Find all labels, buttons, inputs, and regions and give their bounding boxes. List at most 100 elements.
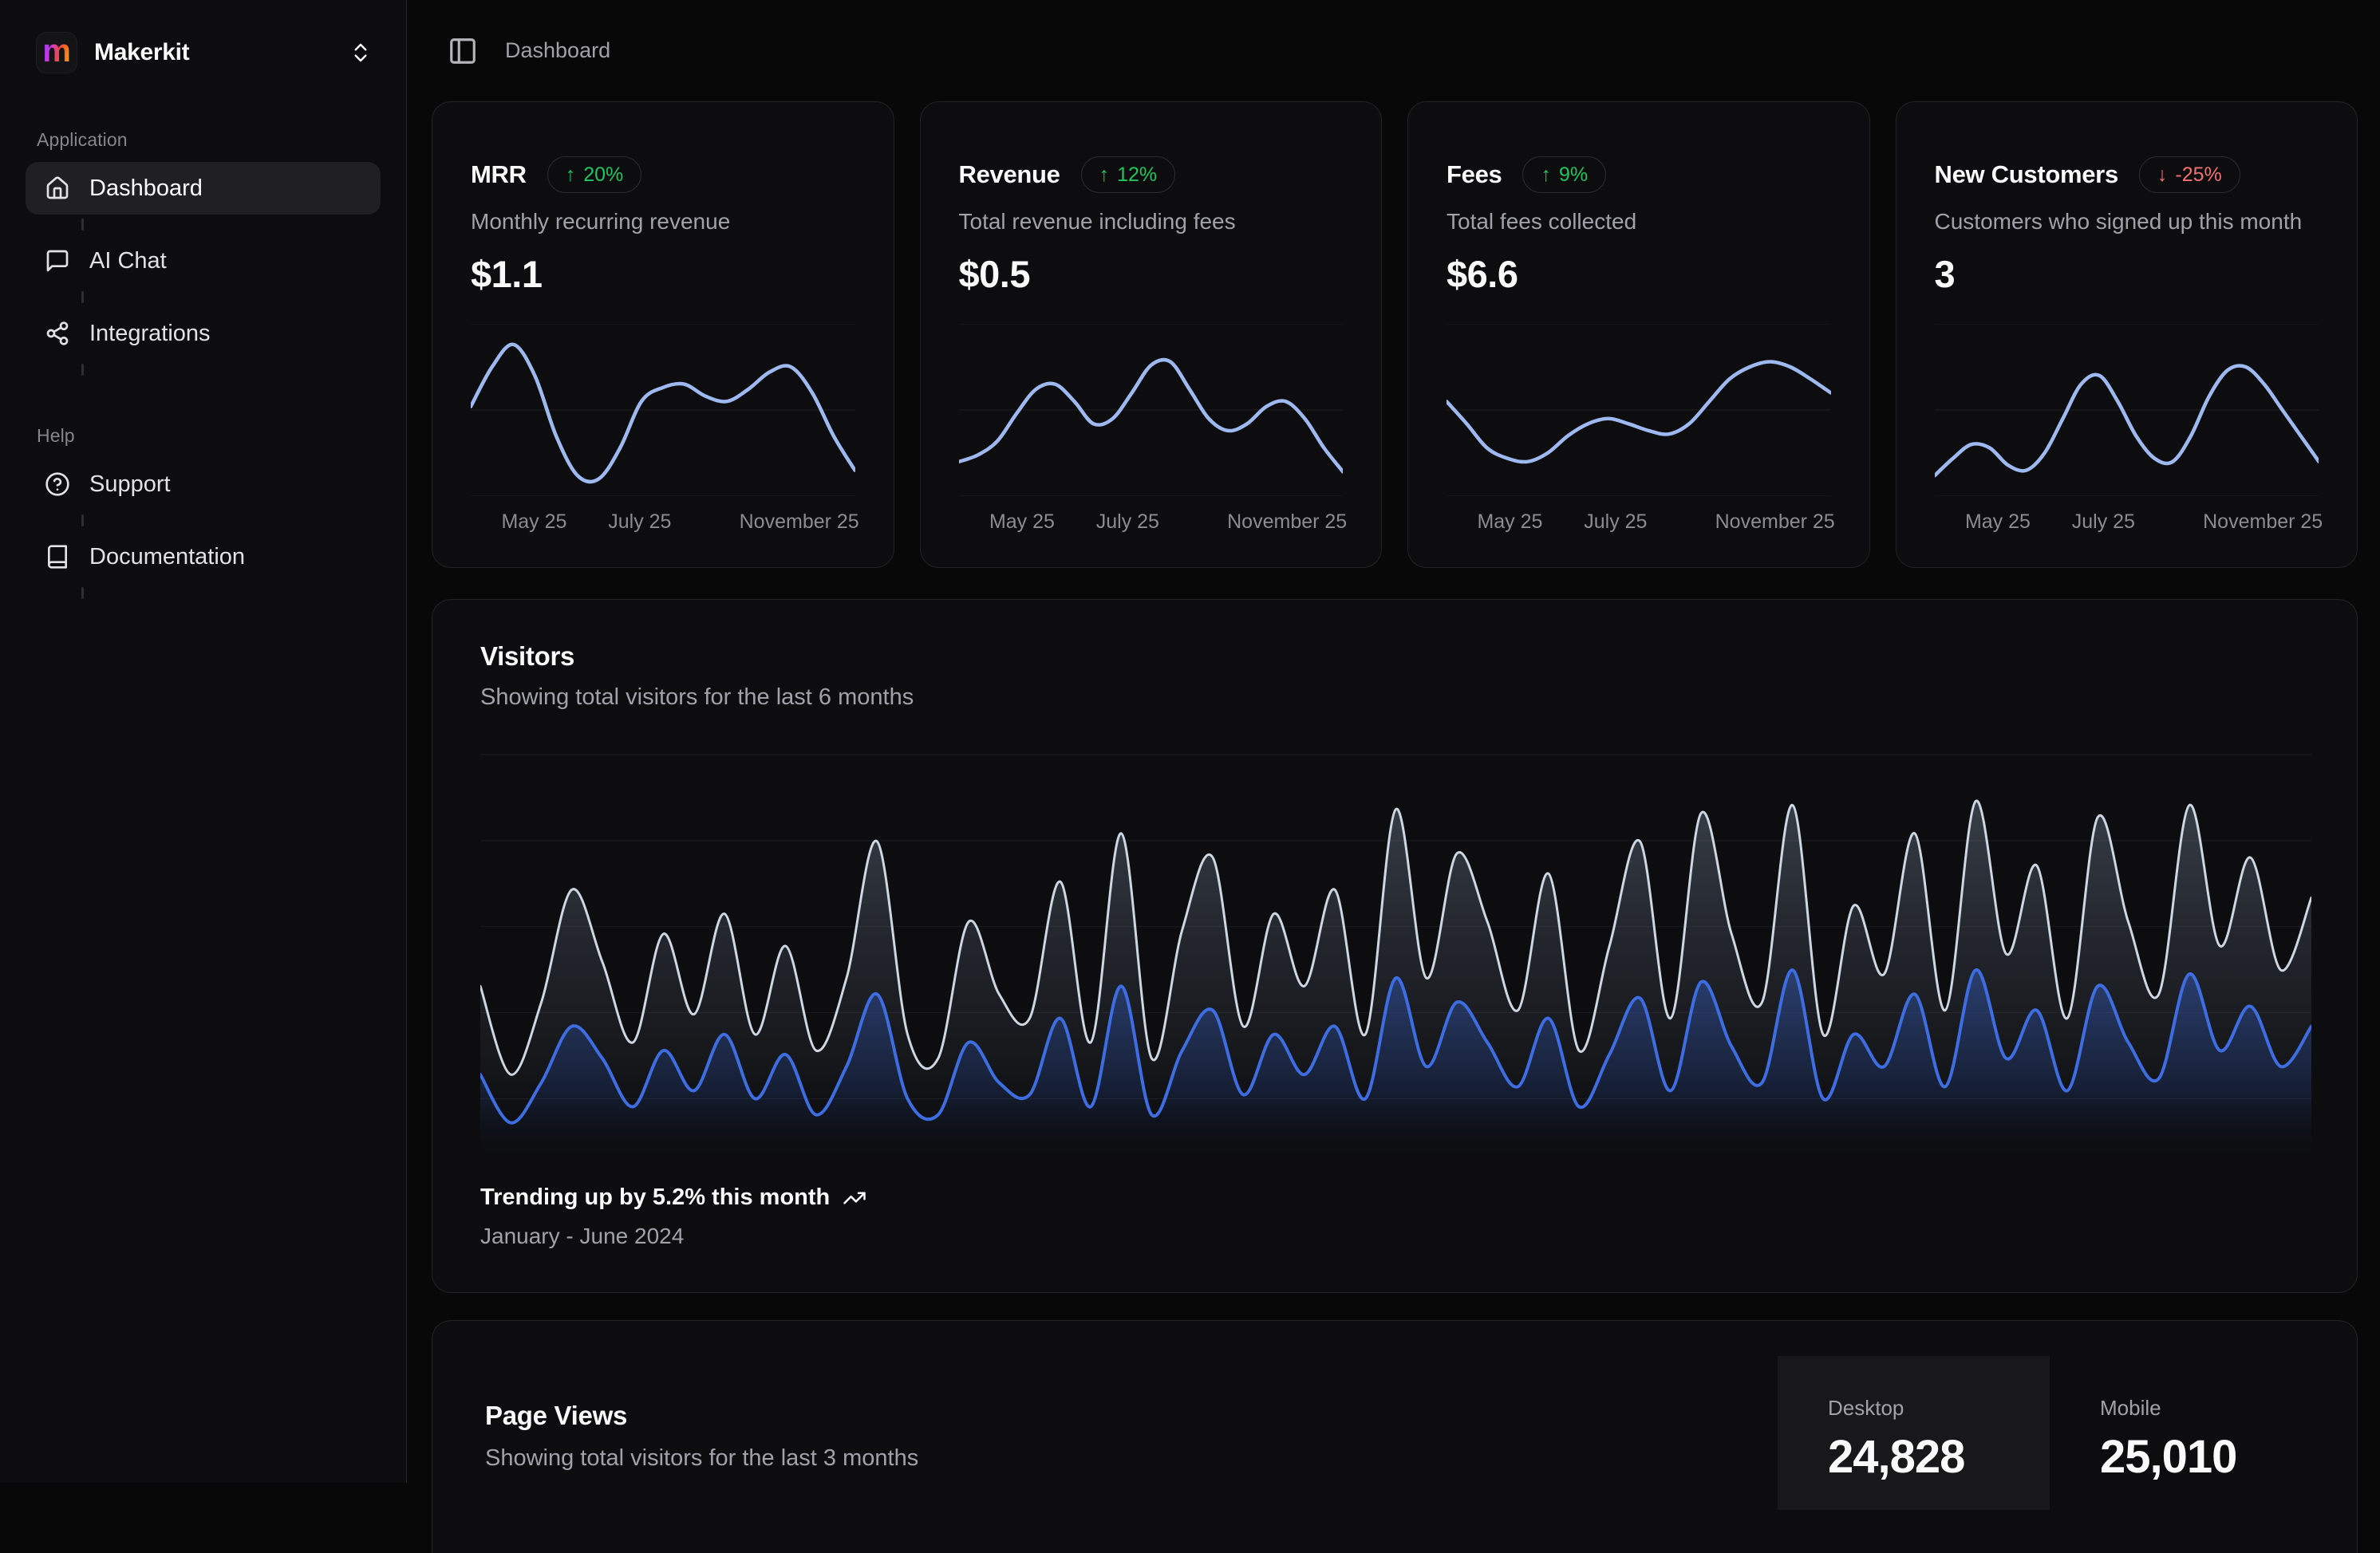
arrow-up-icon: ↑ xyxy=(1099,164,1110,187)
desktop-label: Desktop xyxy=(1828,1396,2050,1421)
sidebar-nav-help: Support Documentation xyxy=(0,458,406,599)
axis-tick-label: November 25 xyxy=(2203,510,2323,534)
axis-tick-label: November 25 xyxy=(1715,510,1835,534)
trend-badge: ↑ 12% xyxy=(1081,156,1176,193)
card-title: Fees xyxy=(1447,160,1502,189)
axis-tick-label: November 25 xyxy=(1227,510,1347,534)
badge-label: 9% xyxy=(1559,164,1588,187)
book-icon xyxy=(45,544,70,570)
mobile-label: Mobile xyxy=(2100,1396,2322,1421)
axis-tick-label: July 25 xyxy=(1096,510,1159,534)
badge-label: 20% xyxy=(583,164,623,187)
sparkline-axis: May 25July 25November 25 xyxy=(1447,510,1831,538)
visitors-subtitle: Showing total visitors for the last 6 mo… xyxy=(432,672,2357,711)
stat-card-fees: Fees ↑ 9% Total fees collected $6.6 May … xyxy=(1407,101,1870,568)
mobile-value: 25,010 xyxy=(2100,1430,2322,1484)
card-title: Revenue xyxy=(959,160,1060,189)
axis-tick-label: May 25 xyxy=(1477,510,1542,534)
axis-tick-label: May 25 xyxy=(1965,510,2031,534)
visitors-footer: Trending up by 5.2% this month January -… xyxy=(480,1184,866,1249)
sidebar-item-label: Integrations xyxy=(89,321,211,347)
sidebar-item-support[interactable]: Support xyxy=(26,458,381,510)
share-icon xyxy=(45,321,70,346)
stat-card-mrr: MRR ↑ 20% Monthly recurring revenue $1.1… xyxy=(432,101,894,568)
home-icon xyxy=(45,175,70,201)
badge-label: -25% xyxy=(2175,164,2221,187)
stat-cards-row: MRR ↑ 20% Monthly recurring revenue $1.1… xyxy=(432,101,2358,568)
axis-tick-label: July 25 xyxy=(608,510,671,534)
sparkline-chart xyxy=(959,324,1344,496)
chat-icon xyxy=(45,248,70,274)
arrow-up-icon: ↑ xyxy=(566,164,576,187)
sidebar-section-help: Help xyxy=(0,425,406,447)
sidebar-item-label: Dashboard xyxy=(89,175,203,202)
arrow-down-icon: ↓ xyxy=(2157,164,2168,187)
card-subtitle: Total revenue including fees xyxy=(959,209,1344,235)
logo-letter: m xyxy=(42,35,71,67)
axis-tick-label: July 25 xyxy=(2072,510,2135,534)
card-value: 3 xyxy=(1935,252,2319,296)
visitors-area-chart xyxy=(480,753,2311,1155)
trend-badge: ↑ 9% xyxy=(1522,156,1606,193)
sparkline-axis: May 25July 25November 25 xyxy=(1935,510,2319,538)
trend-badge: ↑ 20% xyxy=(547,156,642,193)
sidebar-nav: Dashboard AI Chat Integrations xyxy=(0,162,406,376)
toggle-mobile[interactable]: Mobile 25,010 xyxy=(2050,1356,2322,1510)
help-circle-icon xyxy=(45,471,70,497)
sidebar-item-label: Documentation xyxy=(89,544,245,570)
sparkline-chart xyxy=(1935,324,2319,496)
nav-divider-tick xyxy=(81,587,84,599)
nav-divider-tick xyxy=(81,364,84,376)
page-views-toggle: Desktop 24,828 Mobile 25,010 xyxy=(1778,1356,2322,1510)
chevrons-up-down-icon xyxy=(349,41,373,65)
workspace-name: Makerkit xyxy=(94,39,331,66)
axis-tick-label: July 25 xyxy=(1584,510,1647,534)
card-value: $6.6 xyxy=(1447,252,1831,296)
nav-divider-tick xyxy=(81,291,84,303)
sidebar-item-label: Support xyxy=(89,471,171,498)
card-subtitle: Customers who signed up this month xyxy=(1935,209,2319,235)
sidebar-item-integrations[interactable]: Integrations xyxy=(26,307,381,360)
sidebar-item-ai-chat[interactable]: AI Chat xyxy=(26,235,381,287)
card-subtitle: Total fees collected xyxy=(1447,209,1831,235)
sidebar-item-dashboard[interactable]: Dashboard xyxy=(26,162,381,215)
card-subtitle: Monthly recurring revenue xyxy=(471,209,855,235)
nav-divider-tick xyxy=(81,514,84,526)
desktop-value: 24,828 xyxy=(1828,1430,2050,1484)
page-views-card: Page Views Showing total visitors for th… xyxy=(432,1320,2358,1553)
sparkline-axis: May 25July 25November 25 xyxy=(471,510,855,538)
sidebar-section-application: Application xyxy=(0,129,406,151)
sparkline-chart xyxy=(471,324,855,496)
visitors-period: January - June 2024 xyxy=(480,1224,866,1249)
toggle-desktop[interactable]: Desktop 24,828 xyxy=(1778,1356,2050,1510)
sidebar-item-label: AI Chat xyxy=(89,248,167,274)
trending-up-icon xyxy=(843,1186,866,1210)
sidebar-item-documentation[interactable]: Documentation xyxy=(26,530,381,583)
sparkline-axis: May 25 July 25 November 25 xyxy=(959,510,1344,538)
card-value: $0.5 xyxy=(959,252,1344,296)
sidebar-toggle-icon[interactable] xyxy=(448,36,478,66)
visitors-trend-text: Trending up by 5.2% this month xyxy=(480,1184,830,1211)
trend-badge: ↓ -25% xyxy=(2139,156,2240,193)
axis-tick-label: November 25 xyxy=(740,510,859,534)
main-area: Dashboard MRR ↑ 20% Monthly recurring re… xyxy=(408,0,2380,1553)
visitors-title: Visitors xyxy=(432,600,2357,672)
badge-label: 12% xyxy=(1117,164,1157,187)
axis-tick-label: May 25 xyxy=(989,510,1055,534)
makerkit-logo: m xyxy=(37,33,77,73)
stat-card-new-customers: New Customers ↓ -25% Customers who signe… xyxy=(1896,101,2358,568)
card-title: MRR xyxy=(471,160,527,189)
stat-card-revenue: Revenue ↑ 12% Total revenue including fe… xyxy=(920,101,1383,568)
workspace-switcher[interactable]: m Makerkit xyxy=(24,22,385,83)
visitors-card: Visitors Showing total visitors for the … xyxy=(432,599,2358,1293)
topbar: Dashboard xyxy=(408,0,2380,101)
card-title: New Customers xyxy=(1935,160,2118,189)
nav-divider-tick xyxy=(81,219,84,231)
breadcrumb: Dashboard xyxy=(505,38,610,63)
arrow-up-icon: ↑ xyxy=(1541,164,1551,187)
sidebar: m Makerkit Application Dashboard AI Chat… xyxy=(0,0,407,1483)
axis-tick-label: May 25 xyxy=(501,510,566,534)
content: MRR ↑ 20% Monthly recurring revenue $1.1… xyxy=(432,101,2358,1553)
card-value: $1.1 xyxy=(471,252,855,296)
sparkline-chart xyxy=(1447,324,1831,496)
